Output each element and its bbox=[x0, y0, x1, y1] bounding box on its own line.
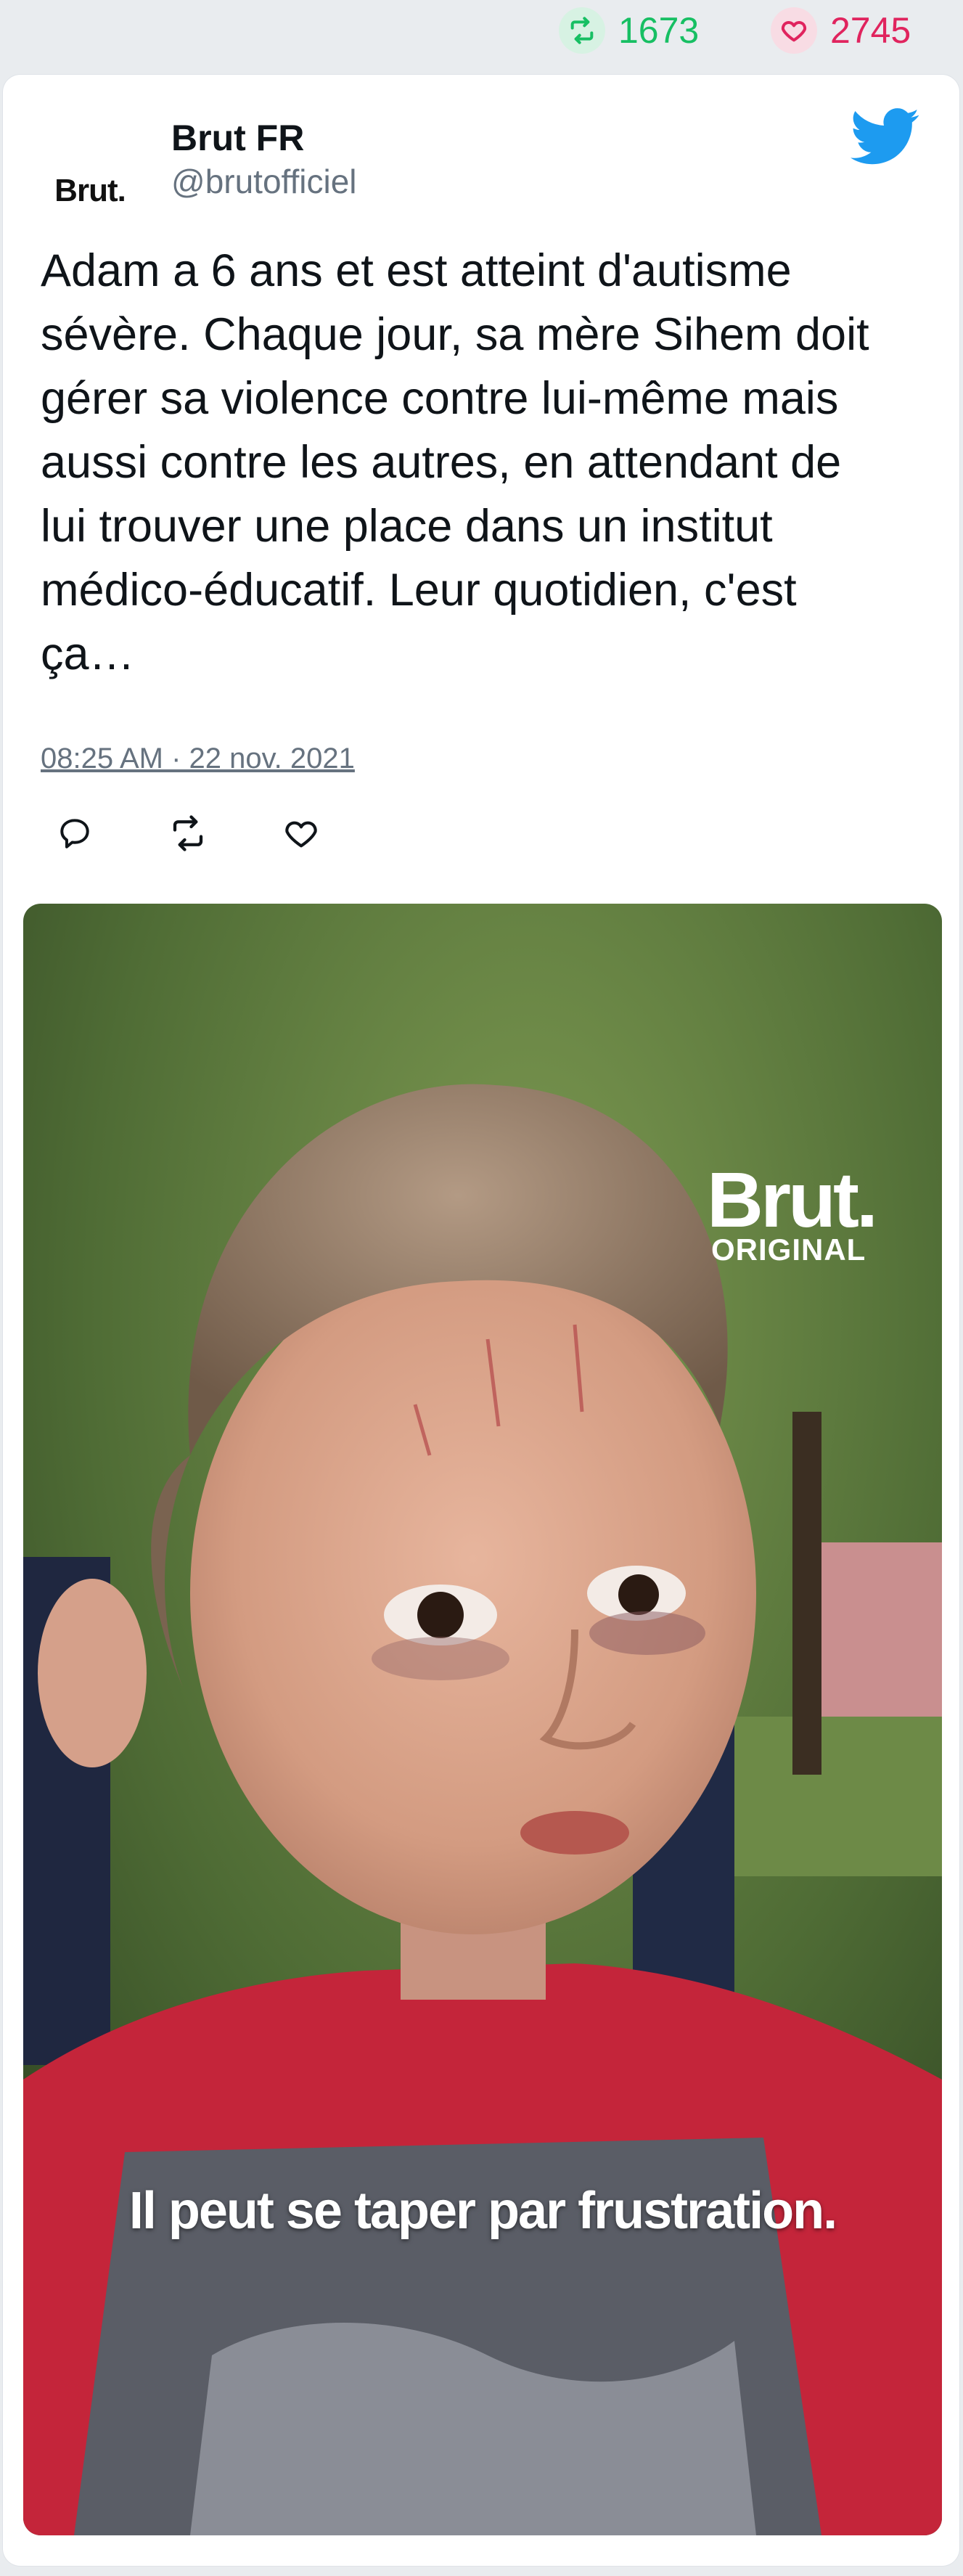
retweet-button[interactable] bbox=[168, 814, 208, 853]
retweet-action-icon bbox=[173, 815, 203, 851]
like-button[interactable] bbox=[282, 814, 321, 853]
author-name[interactable]: Brut FR bbox=[171, 117, 304, 159]
retweet-count-stat[interactable]: 1673 bbox=[559, 7, 699, 54]
heart-icon bbox=[771, 7, 817, 54]
author-avatar[interactable]: Brut. bbox=[39, 140, 141, 242]
like-count: 2745 bbox=[830, 10, 911, 51]
watermark-brand: Brut. bbox=[707, 1156, 878, 1243]
reply-button[interactable] bbox=[55, 814, 94, 853]
tweet-card: Brut. Brut FR @brutofficiel Adam a 6 ans… bbox=[3, 75, 959, 2566]
video-frame-image bbox=[23, 904, 942, 2535]
tweet-stats-bar: 1673 2745 bbox=[0, 0, 963, 73]
tweet-actions bbox=[55, 814, 321, 853]
tweet-text: Adam a 6 ans et est atteint d'autisme sé… bbox=[41, 245, 869, 679]
like-action-icon bbox=[285, 821, 317, 848]
tweet-timestamp[interactable]: 08:25 AM · 22 nov. 2021 bbox=[41, 743, 355, 775]
video-caption: Il peut se taper par frustration. bbox=[128, 2182, 837, 2240]
tweet-video-thumbnail[interactable]: Brut. ORIGINAL Il peut se taper par frus… bbox=[23, 904, 942, 2535]
retweet-icon bbox=[559, 7, 605, 54]
like-count-stat[interactable]: 2745 bbox=[771, 7, 911, 54]
retweet-count: 1673 bbox=[618, 10, 700, 51]
watermark-label: ORIGINAL bbox=[711, 1232, 866, 1267]
reply-icon bbox=[60, 819, 89, 849]
twitter-bird-icon[interactable] bbox=[851, 108, 920, 166]
author-handle[interactable]: @brutofficiel bbox=[171, 162, 357, 201]
